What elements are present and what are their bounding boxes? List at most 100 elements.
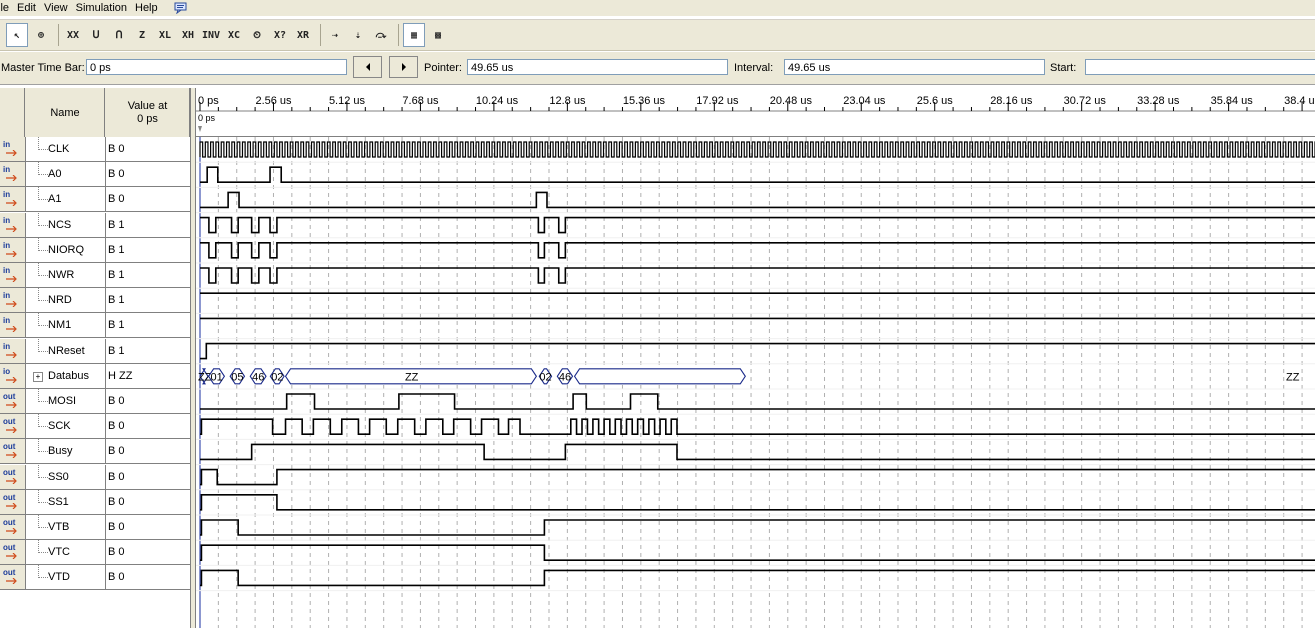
- arbitrary-value-button[interactable]: X?: [270, 24, 290, 46]
- databus-value-label: 05: [231, 371, 243, 383]
- time-tick-label: 30.72 us: [1064, 95, 1107, 107]
- in-pin-icon: in: [3, 240, 11, 250]
- time-tick-label: 12.8 us: [549, 95, 586, 107]
- A1-waveform: [200, 191, 1315, 209]
- interval-field[interactable]: 49.65 us: [784, 59, 1045, 75]
- signal-row[interactable]: in A1 B 0: [0, 187, 190, 213]
- signal-row[interactable]: in NIORQ B 1: [0, 237, 190, 263]
- signal-row[interactable]: in NCS B 1: [0, 212, 190, 238]
- pin-arrow-icon: [6, 351, 17, 358]
- signal-row[interactable]: out SCK B 0: [0, 414, 190, 440]
- forcing-high-icon: ᑎ: [115, 29, 123, 41]
- signal-value: B 1: [108, 319, 125, 332]
- value-divider: [105, 263, 106, 287]
- pin-arrow-icon: [6, 250, 17, 257]
- time-tick-label: 25.6 us: [917, 95, 954, 107]
- toolbar-separator: [320, 24, 321, 46]
- tree-line: [38, 237, 48, 251]
- signal-value: B 0: [108, 168, 125, 181]
- signal-name: A1: [48, 193, 62, 206]
- help-bubble-icon[interactable]: [174, 2, 188, 14]
- weak-low-button[interactable]: XL: [155, 24, 175, 46]
- signal-value: B 0: [108, 445, 125, 458]
- master-time-bar-label: Master Time Bar:: [1, 62, 85, 74]
- menu-simulation[interactable]: Simulation: [76, 0, 133, 16]
- signal-row[interactable]: in CLK B 0: [0, 137, 190, 162]
- count-value-button[interactable]: XC: [224, 24, 244, 46]
- forcing-low-button[interactable]: ᑌ: [86, 24, 106, 46]
- weak-high-button[interactable]: XH: [178, 24, 198, 46]
- selection-tool-icon: ↖: [13, 29, 21, 41]
- selection-tool-button[interactable]: ↖: [6, 23, 28, 47]
- master-time-field[interactable]: 0 ps: [86, 59, 347, 75]
- signal-row[interactable]: io + Databus H ZZ: [0, 363, 190, 389]
- signal-row[interactable]: out VTD B 0: [0, 565, 190, 591]
- menu-edit[interactable]: Edit: [17, 0, 42, 16]
- name-header-label: Name: [50, 107, 80, 119]
- invert-button[interactable]: INV: [201, 24, 221, 46]
- databus-value-label: ZZ: [405, 371, 419, 383]
- pointer-field[interactable]: 49.65 us: [467, 59, 728, 75]
- signal-value: H ZZ: [108, 369, 133, 382]
- tree-line: [38, 464, 48, 478]
- signal-row[interactable]: in NReset B 1: [0, 338, 190, 364]
- snap-to-grid-button[interactable]: ⇢: [325, 24, 345, 46]
- signal-row[interactable]: in NWR B 1: [0, 263, 190, 288]
- sort-button[interactable]: ⇣: [348, 24, 368, 46]
- signal-row[interactable]: out VTB B 0: [0, 515, 190, 540]
- tree-line: [38, 414, 48, 428]
- value-divider: [105, 515, 106, 539]
- overwrite-button[interactable]: ▦: [403, 23, 425, 47]
- signal-row[interactable]: out Busy B 0: [0, 439, 190, 465]
- signal-row[interactable]: out SS1 B 0: [0, 489, 190, 515]
- signal-row[interactable]: out MOSI B 0: [0, 389, 190, 414]
- zoom-tool-button[interactable]: ⊕: [31, 24, 51, 46]
- menu-view[interactable]: View: [44, 0, 74, 16]
- value-divider: [105, 389, 106, 413]
- uninitialized-button[interactable]: XX: [63, 24, 83, 46]
- forcing-high-button[interactable]: ᑎ: [109, 24, 129, 46]
- pin-arrow-icon: [6, 452, 17, 459]
- signal-name: CLK: [48, 143, 70, 155]
- signal-row[interactable]: in NM1 B 1: [0, 313, 190, 339]
- databus-segment: [573, 368, 746, 385]
- io-pin-icon: io: [3, 366, 11, 376]
- waveform-pane[interactable]: 0 ps 2.56 us 5.12 us 7.68 us 10.24 us 12.8 us…: [196, 88, 1315, 628]
- tree-line: [38, 540, 48, 554]
- tree-line: [38, 489, 48, 503]
- value-divider: [105, 489, 106, 514]
- expand-bus-icon[interactable]: +: [33, 371, 43, 382]
- prev-transition-button[interactable]: [353, 56, 382, 78]
- clock-button[interactable]: ⏲: [247, 24, 267, 46]
- signal-row[interactable]: out VTC B 0: [0, 540, 190, 566]
- time-tick-label: 15.36 us: [623, 95, 666, 107]
- menu-file[interactable]: ile: [0, 0, 15, 16]
- in-pin-icon: in: [3, 190, 11, 200]
- high-impedance-button[interactable]: Z: [132, 24, 152, 46]
- signal-row[interactable]: in A0 B 0: [0, 162, 190, 188]
- value-divider: [105, 414, 106, 439]
- random-values-button[interactable]: XR: [293, 24, 313, 46]
- databus-value-label: 02: [539, 371, 551, 383]
- in-pin-icon: in: [3, 140, 11, 149]
- in-pin-icon: in: [3, 165, 11, 175]
- toolbar-separator: [58, 24, 59, 46]
- value-column-header[interactable]: Value at 0 ps: [105, 88, 190, 137]
- pin-arrow-icon: [6, 150, 17, 156]
- signal-row[interactable]: in NRD B 1: [0, 288, 190, 314]
- group-button[interactable]: ⤼: [371, 24, 391, 46]
- value-divider: [105, 565, 106, 590]
- type-cell: out: [0, 414, 26, 439]
- start-label: Start:: [1050, 62, 1077, 74]
- grid-button[interactable]: ▩: [428, 24, 448, 46]
- signal-row[interactable]: out SS0 B 0: [0, 464, 190, 490]
- signal-name: MOSI: [48, 395, 77, 407]
- menu-help[interactable]: Help: [135, 0, 164, 16]
- A0-waveform: [200, 166, 1315, 183]
- start-field[interactable]: [1085, 59, 1315, 75]
- next-transition-button[interactable]: [389, 56, 418, 78]
- tree-line: [38, 515, 48, 528]
- type-cell: in: [0, 137, 26, 161]
- name-column-header[interactable]: Name: [25, 88, 105, 137]
- weak-low-icon: XL: [158, 29, 172, 41]
